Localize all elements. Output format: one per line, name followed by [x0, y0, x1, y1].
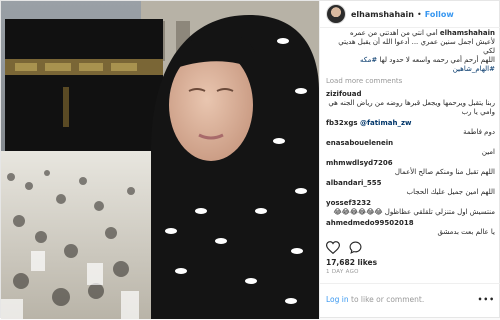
comment-text: اللهم تقبل منا ومنكم صالح الأعمال — [394, 168, 495, 176]
action-bar — [325, 239, 362, 258]
caption: elhamshahain أمي انتي من أهدتني من عمره … — [326, 29, 495, 74]
likes-count[interactable]: 17,682 likes — [326, 258, 377, 267]
login-link[interactable]: Log in — [326, 295, 349, 304]
post-side-panel: elhamshahain • Follow elhamshahain أمي ا… — [319, 1, 500, 319]
comment: mhmwdlsyd7206 اللهم تقبل منا ومنكم صالح … — [326, 159, 495, 177]
footer-bar: Log in to like or comment. ••• — [320, 283, 500, 320]
footer-inner: Log in to like or comment. ••• — [326, 295, 495, 304]
comment: enasabouelenein امين — [326, 139, 495, 157]
post-timestamp: 1 DAY AGO — [326, 269, 359, 275]
caption-text-2: لأعيش اجمل سنين عمري ... أدعوا الله أن ي… — [338, 38, 495, 55]
comment-text: يا عالم بعت بدمشق — [437, 228, 495, 236]
header-username[interactable]: elhamshahain — [351, 10, 414, 19]
comment-text: ربنا يتقبل ويرحمها ويجعل قبرها روضه من ر… — [328, 99, 495, 116]
login-prompt-text: to like or comment. — [348, 295, 425, 304]
comment: albandari_555 اللهم امين جميل عليك الحجا… — [326, 179, 495, 197]
comment-username[interactable]: fb32xgs — [326, 119, 358, 127]
comments-area: elhamshahain أمي انتي من أهدتني من عمره … — [326, 29, 495, 237]
heart-icon[interactable] — [325, 239, 341, 258]
comment: yossef3232 منتسيش اول متنزلي تلقلقي عظاظ… — [326, 199, 495, 217]
photo-illustration — [1, 1, 319, 319]
comment-username[interactable]: mhmwdlsyd7206 — [326, 159, 495, 168]
comment: fb32xgs @fatimah_zw دوم فاطمة — [326, 119, 495, 137]
avatar[interactable] — [326, 4, 346, 24]
login-prompt: Log in to like or comment. — [326, 295, 424, 304]
comment-text: امين — [481, 148, 495, 156]
comment-text: منتسيش اول متنزلي تلقلقي عظاظول 😂😂😂😂😂😂 — [333, 208, 496, 216]
comment-username[interactable]: enasabouelenein — [326, 139, 495, 148]
caption-text-3: اللهم أرحم أمي رحمه واسعه لا حدود لها — [379, 56, 495, 64]
comment-header: fb32xgs @fatimah_zw — [326, 119, 495, 128]
comment-text: دوم فاطمة — [463, 128, 495, 136]
hashtag-link[interactable]: #مكه — [360, 56, 377, 64]
comment-text: اللهم امين جميل عليك الحجاب — [406, 188, 495, 196]
caption-username[interactable]: elhamshahain — [440, 29, 495, 37]
comment-username[interactable]: albandari_555 — [326, 179, 495, 188]
comment-icon[interactable] — [349, 239, 362, 258]
post-header: elhamshahain • Follow — [320, 1, 500, 28]
comment: ahmedmedo99502018 يا عالم بعت بدمشق — [326, 219, 495, 237]
hashtag-link[interactable]: #الهام_شاهين — [453, 65, 495, 73]
comment-username[interactable]: yossef3232 — [326, 199, 495, 208]
post-photo[interactable] — [1, 1, 319, 319]
caption-text-1: أمي انتي من أهدتني من عمره — [350, 29, 438, 37]
instagram-post: elhamshahain • Follow elhamshahain أمي ا… — [0, 0, 500, 319]
follow-button[interactable]: Follow — [425, 10, 454, 19]
mention-link[interactable]: @fatimah_zw — [360, 119, 412, 127]
separator-dot: • — [416, 9, 422, 19]
caption-line-4: #الهام_شاهين — [326, 65, 495, 74]
comment: zizifouad ربنا يتقبل ويرحمها ويجعل قبرها… — [326, 90, 495, 117]
comment-username[interactable]: ahmedmedo99502018 — [326, 219, 495, 228]
comment-username[interactable]: zizifouad — [326, 90, 495, 99]
load-more-comments[interactable]: Load more comments — [326, 77, 495, 86]
more-options-icon[interactable]: ••• — [478, 295, 495, 304]
caption-line-3: اللهم أرحم أمي رحمه واسعه لا حدود لها #م… — [326, 56, 495, 65]
caption-line: elhamshahain أمي انتي من أهدتني من عمره — [326, 29, 495, 38]
